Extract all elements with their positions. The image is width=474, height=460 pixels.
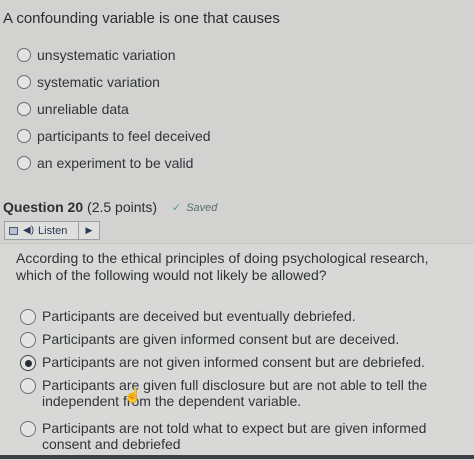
saved-status: ✓ Saved: [172, 201, 218, 215]
option-label: unreliable data: [37, 101, 129, 117]
radio-button[interactable]: [17, 102, 31, 116]
q20-option-4[interactable]: Participants are given full disclosure b…: [20, 377, 465, 409]
toolbar-grid-icon[interactable]: [7, 225, 19, 237]
radio-button[interactable]: [20, 421, 36, 437]
option-label: unsystematic variation: [37, 47, 176, 63]
q19-option-4[interactable]: participants to feel deceived: [17, 128, 211, 144]
q19-option-5[interactable]: an experiment to be valid: [17, 155, 193, 171]
q19-option-1[interactable]: unsystematic variation: [17, 47, 176, 63]
radio-button[interactable]: [20, 378, 36, 394]
listen-label: Listen: [38, 224, 68, 237]
speaker-icon: ◀): [23, 225, 35, 236]
radio-button[interactable]: [17, 48, 31, 62]
check-icon: ✓: [172, 202, 182, 214]
hand-cursor-icon: ☝: [124, 387, 142, 403]
option-label: an experiment to be valid: [37, 155, 194, 171]
radio-button[interactable]: [17, 129, 31, 143]
option-label: Participants are not given informed cons…: [42, 354, 425, 370]
q20-option-2[interactable]: Participants are given informed consent …: [20, 331, 460, 348]
radio-button[interactable]: [20, 309, 36, 325]
listen-button[interactable]: ◀) Listen: [23, 225, 67, 237]
play-icon[interactable]: ▶: [78, 222, 99, 239]
radio-button[interactable]: [17, 75, 31, 89]
radio-button[interactable]: [17, 156, 31, 170]
option-label: Participants are deceived but eventually…: [42, 308, 356, 324]
option-label: participants to feel deceived: [37, 128, 211, 144]
radio-button[interactable]: [20, 332, 36, 348]
q20-option-3[interactable]: Participants are not given informed cons…: [20, 354, 460, 371]
q20-option-1[interactable]: Participants are deceived but eventually…: [20, 308, 460, 325]
question-19-prompt: A confounding variable is one that cause…: [3, 10, 280, 27]
q19-option-2[interactable]: systematic variation: [17, 74, 160, 90]
saved-label: Saved: [186, 201, 218, 214]
option-label: Participants are not told what to expect…: [42, 420, 427, 452]
q19-option-3[interactable]: unreliable data: [17, 101, 129, 117]
bottom-edge: [0, 455, 474, 459]
question-points: (2.5 points): [87, 199, 158, 215]
q20-option-5[interactable]: Participants are not told what to expect…: [20, 420, 465, 452]
radio-button-selected[interactable]: [20, 355, 36, 371]
question-20-title: Question 20 (2.5 points): [3, 199, 157, 215]
question-20-prompt: According to the ethical principles of d…: [16, 250, 429, 283]
listen-toolbar: ◀) Listen ▶: [4, 221, 100, 240]
question-number: Question 20: [3, 199, 84, 215]
option-label: Participants are given full disclosure b…: [42, 377, 428, 409]
option-label: Participants are given informed consent …: [42, 331, 400, 347]
option-label: systematic variation: [37, 74, 160, 90]
